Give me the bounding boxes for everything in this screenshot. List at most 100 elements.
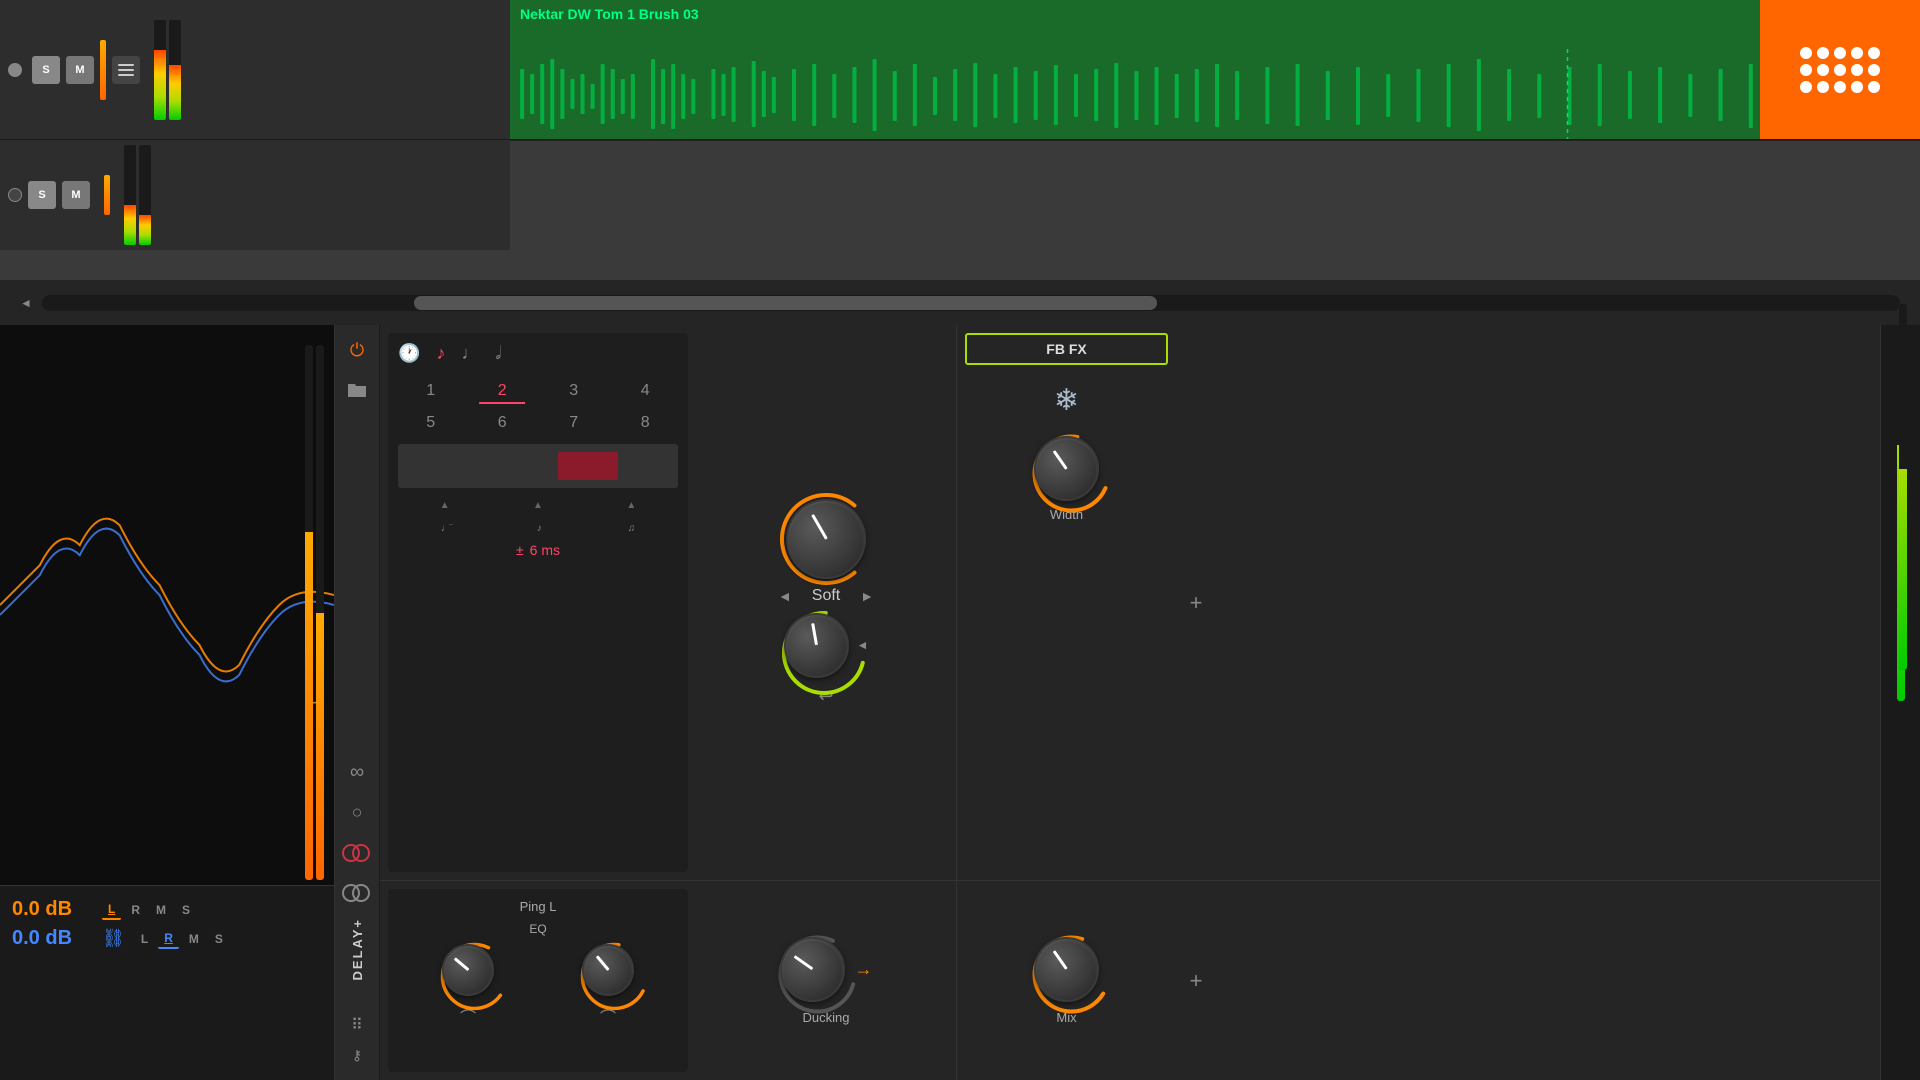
key-button[interactable]: ⚷ [342,1040,372,1070]
track1-header: S M [0,0,510,140]
m-button-blue[interactable]: M [183,930,205,948]
r-button-blue[interactable]: R [158,929,179,949]
eighth-note-icon[interactable]: ♪ [436,343,445,364]
delay-arrow-3[interactable]: ▲ [626,500,636,511]
right-meter-fill-left [305,532,313,880]
track2-mute-button[interactable]: M [62,181,90,209]
right-edge-meter-right [1899,304,1907,670]
ducking-knob-wrap [780,937,845,1002]
green-feedback-knob[interactable] [784,613,849,678]
soft-knob-container [786,499,866,579]
green-knob-wrap [784,613,849,678]
delay-num-1[interactable]: 1 [398,378,464,404]
s-button-orange[interactable]: S [176,901,196,919]
delay-num-7[interactable]: 7 [541,410,607,436]
half-note-icon[interactable]: 𝅗𝅥 [495,343,501,364]
delay-num-4[interactable]: 4 [613,378,679,404]
clock-icon[interactable]: 🕐 [398,343,420,364]
sub-note-1: ♩̈ [441,523,451,534]
stereo-icon [342,844,372,862]
mix-knob-wrap [1034,937,1099,1002]
scroll-left-arrow[interactable]: ◄ [20,296,32,310]
soft-main-knob[interactable] [786,499,866,579]
track2-level-indicator [104,175,110,215]
ducking-knob[interactable] [780,937,845,1002]
width-knob-section: Width [965,436,1168,522]
scrollbar-area: ◄ [0,280,1920,325]
eq-knob1-wrap [442,944,494,996]
track1-meter-right [169,20,181,120]
folder-button[interactable] [342,375,372,405]
eq-high-indicator [595,955,609,971]
soft-arrows-row: ◄ Soft ► [778,587,874,605]
l-button-blue[interactable]: L [135,930,154,948]
r-button-orange[interactable]: R [125,901,146,919]
db-row-orange: 0.0 dB L R M S [12,898,322,921]
delay-num-8[interactable]: 8 [613,410,679,436]
quarter-note-icon[interactable]: ♩ [461,343,479,364]
eq-high-knob[interactable] [582,944,634,996]
plugin-add-button[interactable]: + [1176,325,1216,880]
orange-logo[interactable] [1760,0,1920,140]
delay-selector-panel: 🕐 ♪ ♩ 𝅗𝅥 1 2 [388,333,688,872]
link-button[interactable]: ∞ [342,758,372,788]
track1-menu-button[interactable] [112,56,140,84]
scrollbar-thumb[interactable] [414,296,1157,310]
track1-mute-button[interactable]: M [66,56,94,84]
l-button-orange[interactable]: L [102,900,121,920]
plugin-bottom-row: Ping L EQ [380,880,1880,1080]
chain-link-icon[interactable]: ⛓ [102,928,125,949]
width-knob[interactable] [1034,436,1099,501]
parallel-button[interactable] [342,878,372,908]
fbfx-header[interactable]: FB FX [965,333,1168,365]
delay-arrow-2[interactable]: ▲ [533,500,543,511]
plugin-bottom-add-button[interactable]: + [1176,881,1216,1080]
track1-volume-bar[interactable] [100,40,106,100]
lrms-orange: L R M S [102,900,196,920]
delay-bar-container[interactable] [398,444,678,488]
delay-plugin: ⏻ ∞ ○ [335,325,1880,1080]
eq-knobs-row [398,944,678,996]
m-button-orange[interactable]: M [150,901,172,919]
dots-button[interactable]: ⠿ [342,1010,372,1040]
delay-num-2[interactable]: 2 [470,378,536,404]
eq-knob2-wrap [582,944,634,996]
delay-ms-value[interactable]: 6 ms [530,542,560,558]
right-meter-right [316,345,324,880]
delay-num-6[interactable]: 6 [470,410,536,436]
right-edge-fill-right [1899,469,1907,670]
soft-prev-arrow[interactable]: ◄ [778,588,792,604]
track2-solo-button[interactable]: S [28,181,56,209]
delay-ms-display: ± 6 ms [398,542,678,558]
track1-led[interactable] [8,63,22,77]
right-level-meters [305,345,324,880]
delay-num-3[interactable]: 3 [541,378,607,404]
plugin-main-content: 🕐 ♪ ♩ 𝅗𝅥 1 2 [380,325,1880,1080]
scrollbar-track[interactable] [42,295,1900,311]
power-button[interactable]: ⏻ [342,335,372,365]
track1-solo-button[interactable]: S [32,56,60,84]
track1-meter-left [154,20,166,120]
eq-low-knob[interactable] [442,944,494,996]
db-value-blue: 0.0 dB [12,927,92,950]
stereo-button[interactable] [342,838,372,868]
soft-next-arrow[interactable]: ► [860,588,874,604]
eq-highcut-icon[interactable]: ⌒ [600,1004,616,1028]
track2-header: S M [0,140,510,250]
meter-fill-left [154,50,166,120]
right-edge-meters [1880,325,1920,1080]
delay-arrows-row: ▲ ▲ ▲ [398,496,678,515]
db-value-orange: 0.0 dB [12,898,92,921]
s-button-blue[interactable]: S [209,930,229,948]
delay-arrow-1[interactable]: ▲ [440,500,450,511]
ducking-section: → Ducking [696,881,956,1080]
snowflake-icon[interactable]: ❄ [1054,383,1079,418]
delay-plugin-name-label: DELAY+ [350,918,365,980]
track2-led[interactable] [8,188,22,202]
track1-content: Nektar DW Tom 1 Brush 03 [510,0,1920,140]
mix-knob[interactable] [1034,937,1099,1002]
db-row-blue: 0.0 dB ⛓ L R M S [12,927,322,950]
mono-button[interactable]: ○ [342,798,372,828]
track2-meter-right [139,145,151,245]
delay-num-5[interactable]: 5 [398,410,464,436]
